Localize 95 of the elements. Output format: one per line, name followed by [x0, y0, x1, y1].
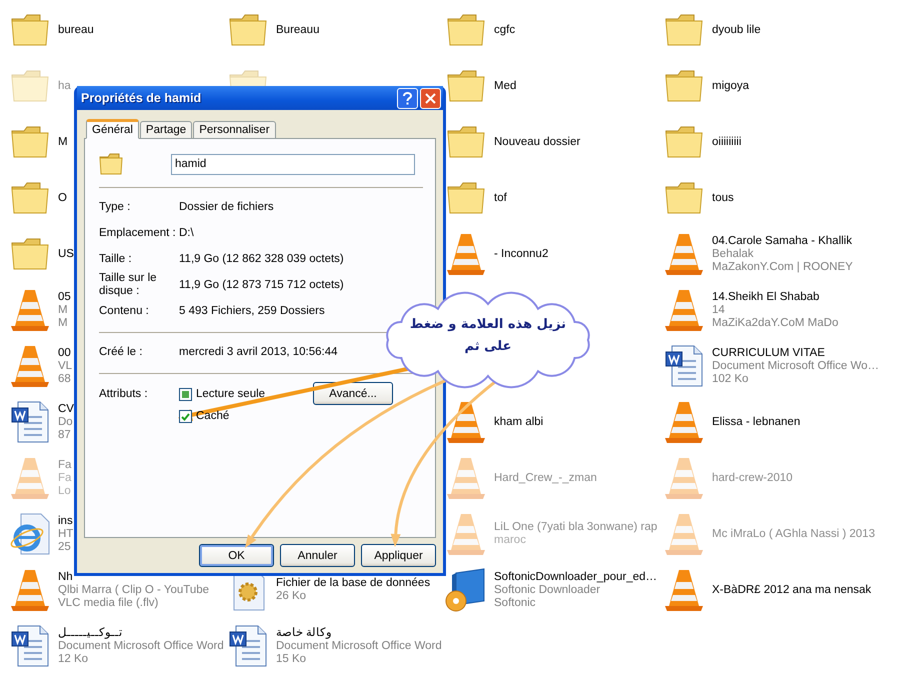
name-field[interactable]: hamid: [171, 154, 415, 174]
tab[interactable]: Personnaliser: [193, 121, 276, 139]
property-value: mercredi 3 avril 2013, 10:56:44: [179, 346, 339, 358]
file-name: Fa: [58, 458, 72, 472]
file-name: 05: [58, 290, 71, 304]
dialog-button[interactable]: Annuler: [280, 544, 355, 567]
file-name: Nh: [58, 570, 74, 584]
property-label: Attributs :: [99, 388, 149, 401]
file-detail: M: [58, 316, 69, 330]
file-detail: Softonic Downloader: [494, 584, 602, 596]
file-name: US: [58, 248, 74, 260]
file-name: M: [58, 136, 68, 148]
dialog-button[interactable]: Appliquer: [361, 544, 436, 567]
property-label: Type :: [99, 200, 132, 214]
callout-text: نزيل هذه العلامة و ضغط: [410, 316, 566, 334]
property-value: D:\: [179, 226, 195, 240]
file-name: Fichier de la base de données: [276, 577, 430, 590]
file-detail: 14: [712, 304, 726, 316]
property-value: Dossier de fichiers: [179, 200, 275, 214]
property-label: Taille sur le disque :: [99, 272, 158, 298]
file-name: SoftonicDownloader_pour_ed…: [494, 570, 658, 584]
file-name: oiiiiiiiii: [712, 136, 742, 148]
advanced-button[interactable]: Avancé...: [313, 382, 393, 405]
file-name: LiL One (7yati bla 3onwane) rap: [494, 521, 658, 534]
file-detail: Fa: [58, 472, 72, 484]
close-button[interactable]: [420, 88, 441, 108]
file-name: 00: [58, 346, 72, 360]
file-name: migoya: [712, 80, 750, 92]
file-name: وكالة خاصة: [276, 626, 332, 640]
file-name: Nouveau dossier: [494, 136, 580, 148]
file-name: ha: [58, 80, 71, 92]
property-label: Emplacement :: [99, 226, 177, 240]
file-detail: VL: [58, 360, 72, 372]
file-detail: MaZakonY.Com | ROONEY: [712, 260, 853, 274]
file-detail: 26 Ko: [276, 590, 308, 603]
file-name: hard-crew-2010: [712, 472, 793, 484]
file-name: 14.Sheikh El Shabab: [712, 290, 820, 304]
file-detail: 25: [58, 540, 72, 554]
file-detail: Behalak: [712, 248, 755, 260]
file-name: CV: [58, 402, 74, 416]
question-mark-icon: [403, 92, 412, 104]
tab[interactable]: Partage: [140, 121, 192, 139]
file-name: - Inconnu2: [494, 248, 548, 260]
property-label: Contenu :: [99, 304, 150, 318]
file-detail: HT: [58, 528, 74, 540]
property-label: Créé le :: [99, 346, 144, 358]
property-value: 5 493 Fichiers, 259 Dossiers: [179, 304, 326, 318]
file-name: tous: [712, 192, 734, 204]
property-value: 11,9 Go (12 873 715 712 octets): [179, 278, 345, 292]
file-name: kham albi: [494, 416, 544, 428]
file-detail: Document Microsoft Office Word: [276, 640, 442, 652]
file-name: CURRICULUM VITAE: [712, 346, 826, 360]
file-name: Mc iMraLo ( AGhla Nassi ) 2013: [712, 528, 875, 540]
file-name: bureau: [58, 24, 94, 36]
file-name: تــوكــيـــــل: [58, 626, 123, 640]
file-detail: 87: [58, 428, 72, 442]
help-button[interactable]: [397, 88, 418, 108]
file-name: ins: [58, 514, 74, 528]
checkmark-icon: [181, 412, 190, 420]
close-icon: [425, 92, 436, 104]
file-name: O: [58, 192, 67, 204]
property-value: 11,9 Go (12 862 328 039 octets): [179, 252, 345, 266]
checkbox[interactable]: [179, 410, 192, 423]
dialog-button[interactable]: OK: [199, 544, 274, 567]
file-name: X-BàDR£ 2012 ana ma nensak: [712, 584, 872, 596]
file-detail: Document Microsoft Office Wo…: [712, 360, 880, 372]
file-detail: Lo: [58, 484, 72, 498]
property-label: Taille :: [99, 252, 133, 266]
file-name: dyoub lile: [712, 24, 761, 36]
checkbox-label: Lecture seule: [196, 388, 266, 401]
file-detail: 12 Ko: [58, 652, 90, 666]
file-name: cgfc: [494, 24, 516, 36]
file-detail: VLC media file (.flv): [58, 596, 160, 610]
file-name: Bureauu: [276, 24, 320, 36]
checkbox-label: Caché: [196, 410, 230, 423]
folder-icon: [99, 153, 123, 175]
file-detail: MaZiKa2daY.CoM MaDo: [712, 316, 838, 330]
file-name: Elissa - lebnanen: [712, 416, 800, 428]
callout-text: على ثم: [464, 338, 512, 356]
file-detail: Qlbi Marra ( Clip O - YouTube: [58, 584, 210, 596]
file-detail: Softonic: [494, 596, 537, 610]
file-detail: 68: [58, 372, 72, 386]
file-name: 04.Carole Samaha - Khallik: [712, 234, 853, 248]
file-name: Med: [494, 80, 516, 92]
file-detail: maroc: [494, 534, 527, 547]
tab[interactable]: Général: [86, 119, 139, 139]
file-detail: 102 Ko: [712, 372, 750, 386]
file-name: tof: [494, 192, 507, 204]
file-detail: Document Microsoft Office Word: [58, 640, 224, 652]
file-detail: Do: [58, 416, 74, 428]
file-name: Hard_Crew_-_zman: [494, 472, 597, 484]
file-detail: M: [58, 304, 69, 316]
file-detail: 15 Ko: [276, 652, 308, 666]
checkbox[interactable]: [179, 388, 192, 401]
window-title: Propriétés de hamid: [81, 91, 202, 105]
